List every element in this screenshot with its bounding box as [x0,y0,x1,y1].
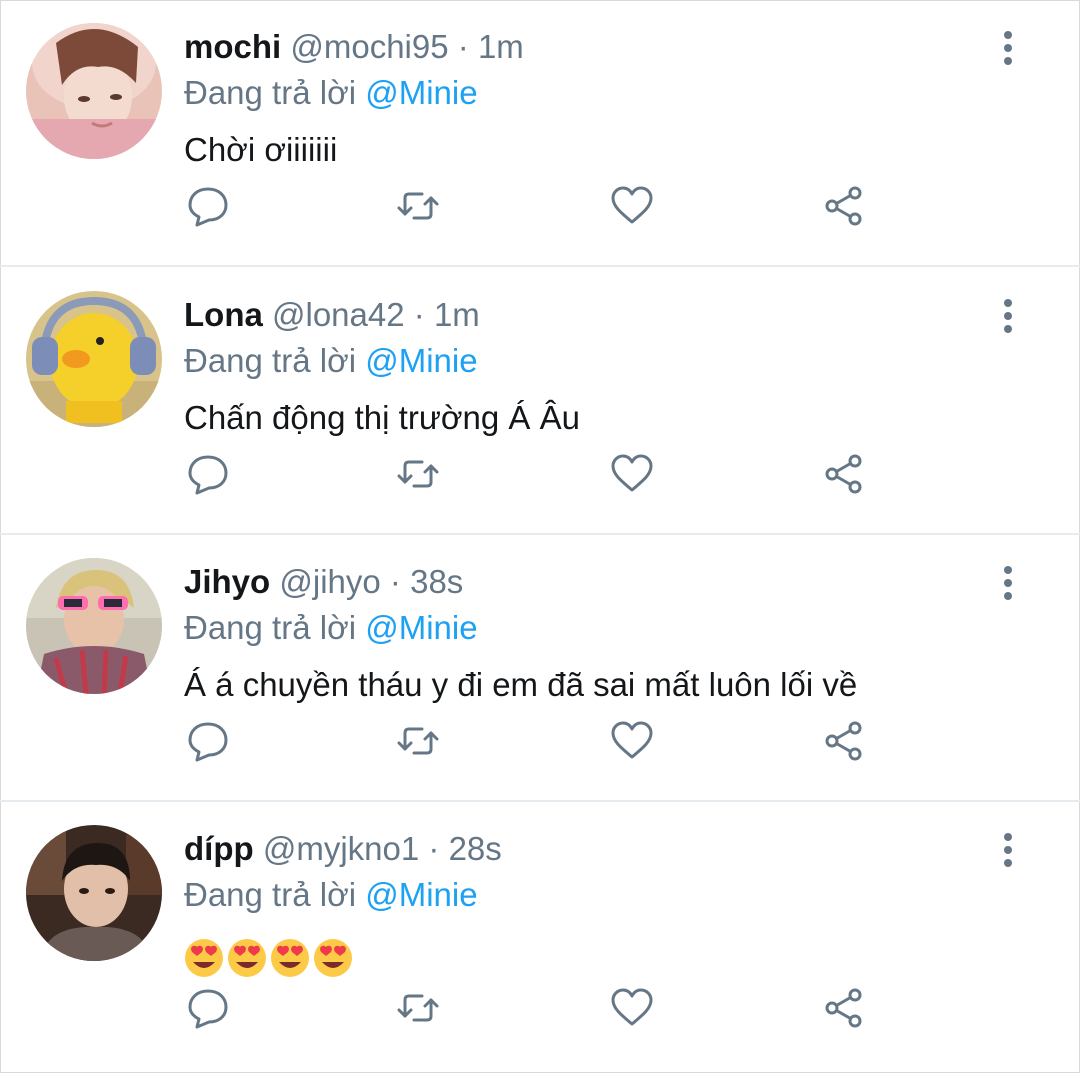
avatar[interactable] [26,558,162,694]
reply-prefix: Đang trả lời [184,609,357,646]
timestamp[interactable]: 1m [434,296,480,333]
reply-mention[interactable]: @Minie [365,609,477,646]
more-options-icon[interactable] [994,298,1022,334]
reply-icon[interactable] [186,184,230,228]
tweet-header: Lona @lona42 · 1m [184,294,480,336]
display-name[interactable]: dípp [184,830,254,867]
like-icon[interactable] [610,452,654,496]
heart-eyes-emoji-icon [314,939,352,978]
more-options-icon[interactable] [994,832,1022,868]
avatar[interactable] [26,825,162,961]
reply-icon[interactable] [186,719,230,763]
more-options-icon[interactable] [994,30,1022,66]
separator: · [413,296,425,333]
tweet[interactable]: dípp @myjkno1 · 28s Đang trả lời @Minie [0,802,1080,1073]
tweet[interactable]: mochi @mochi95 · 1m Đang trả lời @Minie … [0,0,1080,267]
separator: · [389,563,401,600]
share-icon[interactable] [822,986,866,1030]
heart-eyes-emoji-icon [228,939,266,978]
tweet[interactable]: Lona @lona42 · 1m Đang trả lời @Minie Ch… [0,268,1080,535]
reply-mention[interactable]: @Minie [365,342,477,379]
reply-mention[interactable]: @Minie [365,876,477,913]
reply-prefix: Đang trả lời [184,876,357,913]
retweet-icon[interactable] [396,986,440,1030]
like-icon[interactable] [610,719,654,763]
timestamp[interactable]: 38s [410,563,463,600]
more-options-icon[interactable] [994,565,1022,601]
separator: · [457,28,469,65]
reply-prefix: Đang trả lời [184,342,357,379]
reply-context: Đang trả lời @Minie [184,874,478,916]
retweet-icon[interactable] [396,719,440,763]
share-icon[interactable] [822,184,866,228]
reply-context: Đang trả lời @Minie [184,72,478,114]
timestamp[interactable]: 1m [478,28,524,65]
tweet-text [184,934,356,978]
like-icon[interactable] [610,986,654,1030]
reply-mention[interactable]: @Minie [365,74,477,111]
display-name[interactable]: mochi [184,28,281,65]
share-icon[interactable] [822,452,866,496]
tweet-text: Chời ơiiiiiii [184,131,338,168]
heart-eyes-emoji-icon [185,939,223,978]
reply-context: Đang trả lời @Minie [184,340,478,382]
share-icon[interactable] [822,719,866,763]
reply-icon[interactable] [186,452,230,496]
like-icon[interactable] [610,184,654,228]
tweet-header: Jihyo @jihyo · 38s [184,561,463,603]
user-handle[interactable]: @lona42 [272,296,405,333]
tweet-text: Á á chuyền tháu y đi em đã sai mất luôn … [184,666,858,703]
tweet[interactable]: Jihyo @jihyo · 38s Đang trả lời @Minie Á… [0,535,1080,802]
display-name[interactable]: Lona [184,296,263,333]
avatar[interactable] [26,23,162,159]
display-name[interactable]: Jihyo [184,563,270,600]
tweet-header: dípp @myjkno1 · 28s [184,828,502,870]
tweet-header: mochi @mochi95 · 1m [184,26,524,68]
user-handle[interactable]: @jihyo [279,563,380,600]
reply-icon[interactable] [186,986,230,1030]
timestamp[interactable]: 28s [449,830,502,867]
retweet-icon[interactable] [396,184,440,228]
user-handle[interactable]: @mochi95 [290,28,448,65]
user-handle[interactable]: @myjkno1 [263,830,419,867]
tweet-text: Chấn động thị trường Á Âu [184,399,580,436]
retweet-icon[interactable] [396,452,440,496]
reply-prefix: Đang trả lời [184,74,357,111]
heart-eyes-emoji-icon [271,939,309,978]
avatar[interactable] [26,291,162,427]
separator: · [428,830,440,867]
reply-context: Đang trả lời @Minie [184,607,478,649]
